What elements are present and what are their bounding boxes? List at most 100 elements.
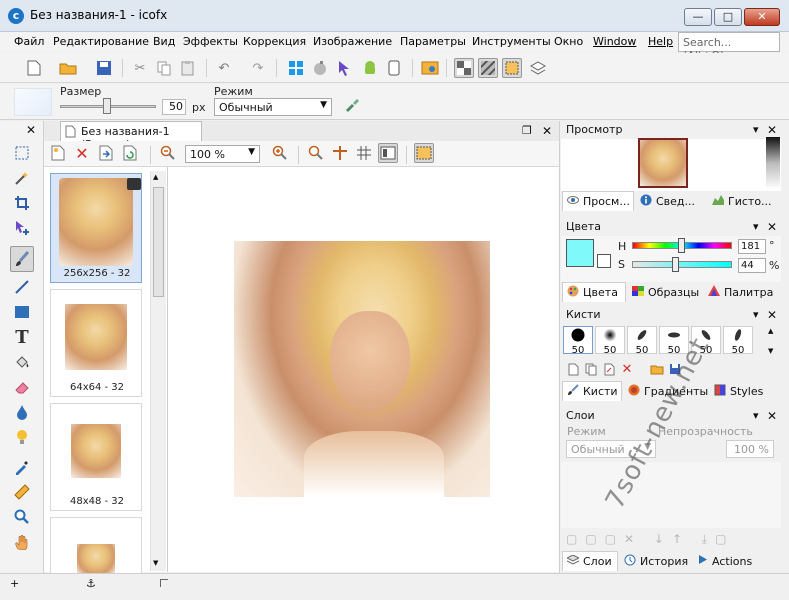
tab-actions[interactable]: Actions [694, 551, 764, 571]
mode-dropdown[interactable]: Обычный ▼ [214, 98, 332, 116]
close-document-icon[interactable]: ✕ [542, 124, 552, 138]
windows-logo-icon[interactable] [286, 58, 306, 78]
brush-preset-soft-round[interactable]: 50 [595, 326, 625, 356]
move-tool-icon[interactable] [10, 217, 34, 239]
zoom-out-icon[interactable] [158, 143, 178, 163]
icon-image-canvas[interactable] [234, 241, 490, 497]
load-brushes-icon[interactable] [647, 359, 667, 379]
zoom-dropdown[interactable]: 100 % ▼ [185, 145, 260, 163]
maximize-button[interactable]: □ [714, 8, 742, 26]
layer-actions-toolbar[interactable]: ▢▢▢✕ ↓↑ ⤓▢ [566, 532, 776, 548]
menu-correction[interactable]: Коррекция [243, 35, 306, 48]
new-brush-icon[interactable] [563, 359, 583, 379]
menu-image[interactable]: Изображение [313, 35, 392, 48]
tab-layers[interactable]: Слои [562, 551, 618, 571]
menu-view[interactable]: Вид [153, 35, 175, 48]
brush-tool-icon[interactable] [10, 248, 34, 270]
menu-help[interactable]: Help [648, 35, 673, 48]
close-icon[interactable]: ✕ [26, 123, 36, 137]
eraser-tool-icon[interactable] [10, 376, 34, 398]
transparency-view-icon[interactable] [414, 143, 434, 163]
zoom-fit-icon[interactable] [306, 143, 326, 163]
guides-icon[interactable] [330, 143, 350, 163]
tab-history[interactable]: История [620, 551, 690, 571]
undo-icon[interactable]: ↶ [214, 58, 234, 78]
thumbnail-64[interactable]: 64x64 - 32 [50, 289, 142, 397]
text-tool-icon[interactable]: T [10, 326, 34, 348]
chevron-down-icon[interactable]: ▾ [753, 409, 759, 423]
chevron-down-icon[interactable]: ▾ [753, 220, 759, 234]
android-icon[interactable] [360, 58, 380, 78]
layers-icon[interactable] [528, 58, 548, 78]
primary-color-swatch[interactable] [566, 239, 594, 267]
document-tab[interactable]: Без названия-1 (Значок) [60, 121, 202, 151]
preview-mode-icon[interactable] [378, 143, 398, 163]
scroll-down-icon[interactable]: ▼ [153, 559, 158, 567]
grid-icon[interactable] [354, 143, 374, 163]
line-tool-icon[interactable] [10, 276, 34, 298]
duplicate-brush-icon[interactable] [581, 359, 601, 379]
ruler-tool-icon[interactable] [10, 481, 34, 503]
chevron-down-icon[interactable]: ▾ [753, 123, 759, 137]
tab-styles[interactable]: Styles [710, 381, 780, 401]
rectangle-tool-icon[interactable] [10, 301, 34, 323]
blur-drop-tool-icon[interactable] [10, 401, 34, 423]
search-input[interactable]: Search... (Alt+Q) [678, 32, 780, 62]
tab-swatches[interactable]: Образцы [628, 282, 702, 302]
scroll-up-icon[interactable]: ▲ [153, 173, 158, 181]
menu-parameters[interactable]: Параметры [400, 35, 466, 48]
scrollbar-thumb[interactable] [153, 187, 164, 297]
checkerboard-icon[interactable] [454, 58, 474, 78]
delete-image-icon[interactable]: ✕ [72, 143, 92, 163]
menu-edit[interactable]: Редактирование [53, 35, 149, 48]
fill-bucket-tool-icon[interactable] [10, 351, 34, 373]
close-icon[interactable]: ✕ [767, 308, 777, 322]
tab-preview[interactable]: Просм... [562, 191, 634, 211]
refresh-image-icon[interactable] [120, 143, 140, 163]
new-file-icon[interactable] [24, 58, 44, 78]
close-icon[interactable]: ✕ [767, 220, 777, 234]
thumbnail-48[interactable]: 48x48 - 32 [50, 403, 142, 511]
import-image-icon[interactable] [96, 143, 116, 163]
brush-preset-angled-4[interactable]: 50 [723, 326, 753, 356]
minimize-button[interactable]: — [684, 8, 712, 26]
size-slider-thumb[interactable] [103, 98, 111, 114]
brush-scroll-arrows[interactable]: ▲ ▼ [768, 326, 773, 356]
mobile-device-icon[interactable] [384, 58, 404, 78]
menu-effects[interactable]: Эффекты [183, 35, 238, 48]
menu-file[interactable]: Файл [14, 35, 44, 48]
layer-opacity-field[interactable]: 100 % [726, 440, 774, 458]
zoom-tool-icon[interactable] [10, 506, 34, 528]
brush-preset-hard-round[interactable]: 50 [563, 326, 593, 356]
close-icon[interactable]: ✕ [767, 123, 777, 137]
preview-bg-gradient[interactable] [766, 137, 780, 189]
thumbnail-scrollbar[interactable]: ▲ ▼ [150, 171, 166, 571]
dodge-tool-icon[interactable] [10, 426, 34, 448]
open-folder-icon[interactable] [58, 58, 78, 78]
airbrush-icon[interactable] [344, 96, 360, 112]
thumbnail-256[interactable]: 256x256 - 32 [50, 173, 142, 283]
size-value-field[interactable]: 50 [162, 99, 186, 115]
saturation-slider[interactable] [632, 261, 732, 268]
delete-brush-icon[interactable]: ✕ [617, 359, 637, 379]
close-button[interactable]: ✕ [744, 8, 780, 26]
close-icon[interactable]: ✕ [767, 409, 777, 423]
copy-icon[interactable] [154, 58, 174, 78]
zoom-in-icon[interactable] [270, 143, 290, 163]
chevron-down-icon[interactable]: ▾ [753, 308, 759, 322]
menu-window[interactable]: Window [593, 35, 636, 48]
saturation-slider-thumb[interactable] [672, 257, 679, 272]
tab-histogram[interactable]: Гисто... [708, 191, 780, 211]
secondary-color-swatch[interactable] [597, 254, 611, 268]
cursor-icon[interactable] [334, 58, 354, 78]
crop-tool-icon[interactable] [10, 192, 34, 214]
brush-preset-angled-1[interactable]: 50 [627, 326, 657, 356]
tab-info[interactable]: Свед... [636, 191, 706, 211]
hue-slider-thumb[interactable] [678, 238, 685, 253]
redo-icon[interactable]: ↷ [248, 58, 268, 78]
hue-value-field[interactable]: 181 [738, 239, 766, 254]
restore-window-icon[interactable]: ❐ [522, 124, 532, 138]
menu-tools[interactable]: Инструменты [472, 35, 551, 48]
cut-icon[interactable]: ✂ [130, 58, 150, 78]
add-icon[interactable]: + [10, 577, 19, 591]
